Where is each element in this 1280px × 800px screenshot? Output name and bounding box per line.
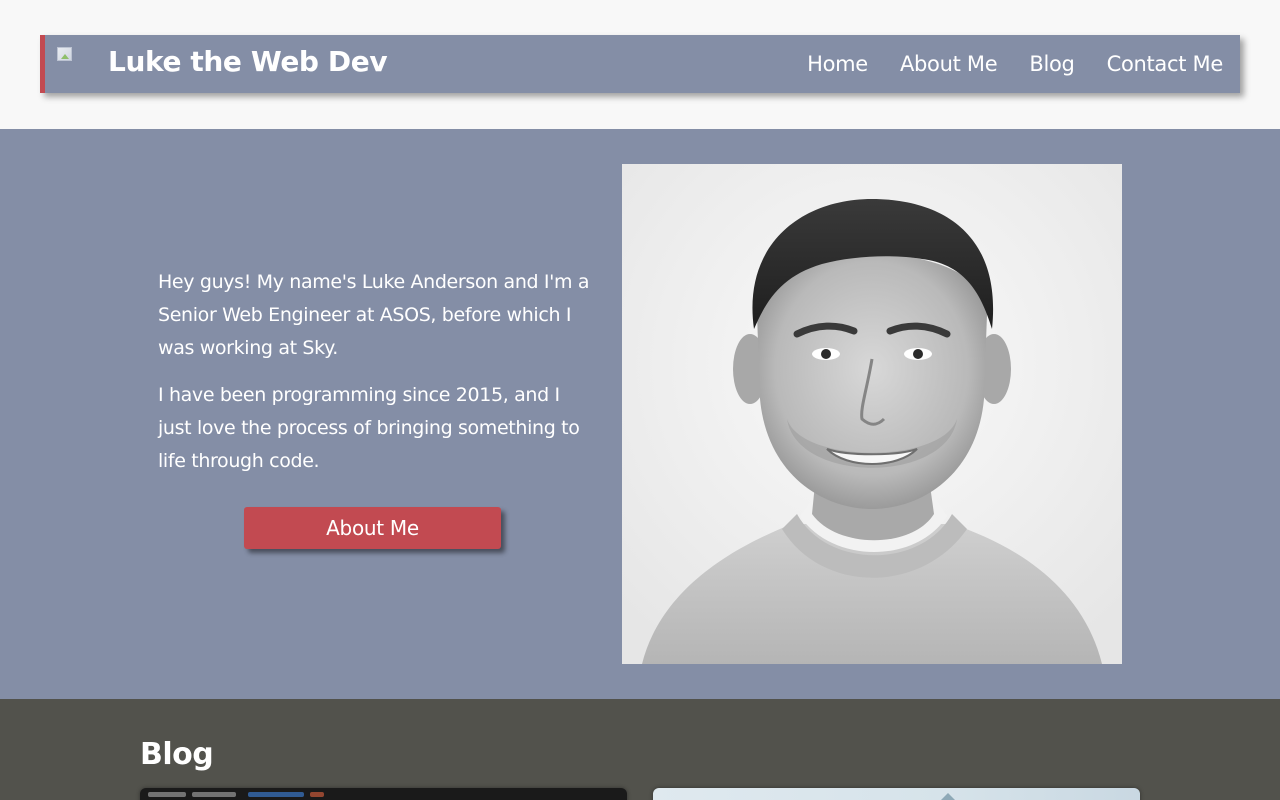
portrait-image <box>622 164 1122 664</box>
blog-heading: Blog <box>140 737 214 772</box>
blog-card[interactable] <box>140 788 627 800</box>
mountain-graphic <box>938 793 958 800</box>
navbar: Luke the Web Dev Home About Me Blog Cont… <box>40 35 1240 93</box>
blog-section: Blog <box>0 699 1280 800</box>
about-me-button[interactable]: About Me <box>244 507 501 549</box>
code-line <box>310 792 324 797</box>
nav-link-contact-me[interactable]: Contact Me <box>1091 52 1240 76</box>
intro-paragraph: I have been programming since 2015, and … <box>158 384 580 472</box>
nav-link-about-me[interactable]: About Me <box>884 52 1013 76</box>
nav-links: Home About Me Blog Contact Me <box>791 35 1240 93</box>
code-line <box>192 792 236 797</box>
nav-link-home[interactable]: Home <box>791 52 884 76</box>
code-line <box>148 792 186 797</box>
logo-image[interactable] <box>57 47 72 61</box>
site-header: Luke the Web Dev Home About Me Blog Cont… <box>0 0 1280 129</box>
site-title[interactable]: Luke the Web Dev <box>108 45 388 78</box>
blog-card[interactable] <box>653 788 1140 800</box>
code-line <box>248 792 304 797</box>
intro-paragraph: Hey guys! My name's Luke Anderson and I'… <box>158 271 590 359</box>
nav-link-blog[interactable]: Blog <box>1013 52 1090 76</box>
intro-text: Hey guys! My name's Luke Anderson and I'… <box>158 266 594 478</box>
hero-section: Hey guys! My name's Luke Anderson and I'… <box>0 129 1280 699</box>
